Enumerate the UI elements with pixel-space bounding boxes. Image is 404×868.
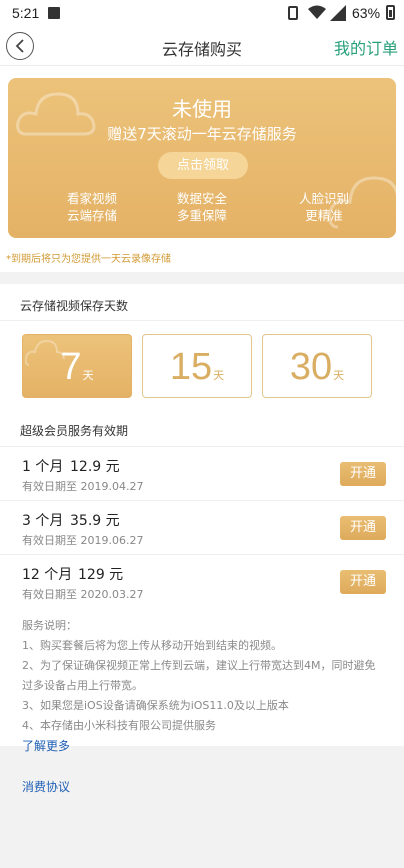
expiry-notice: *到期后将只为您提供一天云录像存储 bbox=[6, 254, 171, 265]
promo-subtitle: 赠送7天滚动一年云存储服务 bbox=[107, 125, 297, 143]
plan-name: 3 个月 bbox=[22, 513, 64, 529]
consumer-agreement-link[interactable]: 消费协议 bbox=[22, 778, 70, 795]
plan-name: 1 个月 bbox=[22, 459, 64, 475]
day-option-15[interactable]: 15天 bbox=[142, 334, 252, 398]
battery-percent: 63% bbox=[352, 5, 381, 21]
day-unit: 天 bbox=[82, 369, 94, 382]
note-line: 过多设备占用上行带宽。 bbox=[22, 679, 143, 692]
divider bbox=[0, 554, 404, 555]
feature-line: 多重保障 bbox=[176, 208, 227, 223]
plans-section-label: 超级会员服务有效期 bbox=[20, 424, 129, 438]
promo-card: 未使用 赠送7天滚动一年云存储服务 点击领取 看家视频 云端存储 数据安全 多重… bbox=[8, 78, 396, 238]
open-button[interactable]: 开通 bbox=[340, 570, 386, 594]
feature-line: 看家视频 bbox=[66, 191, 117, 206]
days-section-label: 云存储视频保存天数 bbox=[20, 299, 129, 313]
note-line: 4、本存储由小米科技有限公司提供服务 bbox=[22, 719, 216, 732]
open-button[interactable]: 开通 bbox=[340, 462, 386, 486]
battery-icon bbox=[386, 5, 395, 20]
learn-more-link[interactable]: 了解更多 bbox=[22, 737, 70, 754]
plan-expiry: 有效日期至 2020.03.27 bbox=[22, 588, 144, 601]
feature-line: 数据安全 bbox=[176, 191, 227, 206]
open-button[interactable]: 开通 bbox=[340, 516, 386, 540]
plan-row-3-months: 3 个月 35.9 元 有效日期至 2019.06.27 开通 bbox=[0, 502, 404, 556]
notes-title: 服务说明： bbox=[22, 619, 77, 632]
promo-status: 未使用 bbox=[172, 97, 232, 121]
feature-line: 更精准 bbox=[305, 208, 343, 223]
status-bar: 5:21 63% bbox=[0, 0, 404, 26]
image-notification-icon bbox=[48, 7, 60, 19]
vibrate-icon bbox=[288, 6, 298, 20]
plan-name: 12 个月 bbox=[22, 567, 73, 583]
plan-price: 12.9 元 bbox=[70, 459, 120, 475]
day-option-7[interactable]: 7天 bbox=[22, 334, 132, 398]
plan-row-12-months: 12 个月 129 元 有效日期至 2020.03.27 开通 bbox=[0, 556, 404, 610]
day-unit: 天 bbox=[213, 369, 225, 382]
day-option-30[interactable]: 30天 bbox=[262, 334, 372, 398]
plan-price: 129 元 bbox=[78, 567, 124, 583]
plan-price: 35.9 元 bbox=[70, 513, 120, 529]
signal-icon bbox=[330, 5, 346, 21]
day-option-value: 15 bbox=[169, 346, 213, 388]
feature-video-storage: 看家视频 云端存储 bbox=[37, 190, 147, 224]
status-time: 5:21 bbox=[12, 5, 40, 21]
day-option-value: 30 bbox=[289, 346, 333, 388]
note-line: 3、如果您是iOS设备请确保系统为iOS11.0及以上版本 bbox=[22, 699, 289, 712]
my-orders-link[interactable]: 我的订单 bbox=[334, 35, 398, 59]
divider bbox=[0, 320, 404, 321]
day-unit: 天 bbox=[333, 369, 345, 382]
feature-line: 云端存储 bbox=[66, 208, 117, 223]
promo-section: 未使用 赠送7天滚动一年云存储服务 点击领取 看家视频 云端存储 数据安全 多重… bbox=[0, 66, 404, 272]
claim-button[interactable]: 点击领取 bbox=[158, 152, 248, 179]
wifi-icon bbox=[308, 5, 326, 19]
plan-expiry: 有效日期至 2019.04.27 bbox=[22, 480, 144, 493]
header: 云存储购买 我的订单 bbox=[0, 26, 404, 66]
feature-data-security: 数据安全 多重保障 bbox=[147, 190, 257, 224]
plan-row-1-month: 1 个月 12.9 元 有效日期至 2019.04.27 开通 bbox=[0, 448, 404, 502]
divider bbox=[0, 500, 404, 501]
feature-line: 人脸识别 bbox=[298, 191, 349, 206]
divider bbox=[0, 446, 404, 447]
note-line: 2、为了保证确保视频正常上传到云端，建议上行带宽达到4M，同时避免 bbox=[22, 659, 376, 672]
note-line: 1、购买套餐后将为您上传从移动开始到结束的视频。 bbox=[22, 639, 282, 652]
feature-face-recognition: 人脸识别 更精准 bbox=[269, 190, 379, 224]
cloud-decoration-icon bbox=[25, 339, 65, 366]
plan-expiry: 有效日期至 2019.06.27 bbox=[22, 534, 144, 547]
